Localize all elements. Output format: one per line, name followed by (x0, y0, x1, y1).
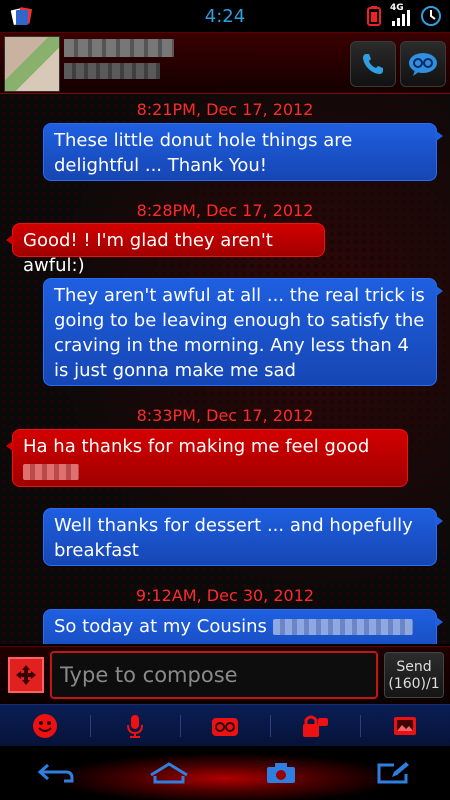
camera-button[interactable] (225, 746, 338, 800)
message-timestamp: 8:33PM, Dec 17, 2012 (136, 406, 314, 425)
outgoing-message[interactable]: They aren't awful at all ... the real tr… (43, 278, 443, 386)
battery-alert-icon (367, 6, 381, 26)
message-text: Good! ! I'm glad they aren't awful:) (23, 230, 273, 276)
character-counter: (160)/1 (388, 676, 440, 692)
redacted-text (272, 619, 413, 635)
send-label: Send (396, 659, 432, 675)
call-button[interactable] (350, 41, 396, 87)
outgoing-message[interactable]: Well thanks for dessert ... and hopefull… (43, 508, 443, 566)
status-bar: 4:24 4G (0, 0, 450, 32)
signal-icon: 4G (390, 3, 414, 27)
message-text: These little donut hole things are delig… (54, 130, 353, 176)
contact-number-redacted (64, 63, 160, 79)
navigation-bar (0, 746, 450, 800)
status-icons: 4G (364, 3, 442, 27)
message-timestamp: 8:21PM, Dec 17, 2012 (136, 100, 314, 119)
contact-name-redacted (64, 39, 174, 57)
contact-avatar[interactable] (4, 36, 60, 92)
redacted-text (23, 464, 79, 480)
gallery-icon (394, 717, 416, 735)
message-text: Ha ha thanks for making me feel good (23, 436, 370, 457)
compose-toolbar (0, 704, 450, 747)
incoming-message[interactable]: Ha ha thanks for making me feel good (6, 429, 408, 487)
camera-icon (267, 763, 296, 783)
message-timestamp: 9:12AM, Dec 30, 2012 (135, 586, 315, 605)
compose-bar: Send (160)/1 (0, 646, 450, 705)
emoji-button[interactable] (0, 705, 90, 747)
clock-icon (421, 6, 441, 26)
conversation-header (0, 32, 450, 95)
go-sms-button[interactable] (400, 41, 446, 87)
private-message-button[interactable] (270, 705, 360, 747)
message-text: They aren't awful at all ... the real tr… (54, 285, 425, 381)
new-message-button[interactable] (338, 746, 450, 800)
emoji-icon (33, 714, 57, 738)
message-text: Well thanks for dessert ... and hopefull… (54, 515, 413, 561)
back-button[interactable] (0, 746, 113, 800)
outgoing-message[interactable]: So today at my Cousins (43, 609, 443, 644)
microphone-icon (127, 715, 143, 738)
compose-input[interactable] (52, 653, 376, 697)
message-text: So today at my Cousins (54, 616, 267, 637)
compose-field[interactable] (50, 651, 378, 699)
gallery-button[interactable] (360, 705, 450, 747)
incoming-message[interactable]: Good! ! I'm glad they aren't awful:) (6, 223, 325, 276)
send-button[interactable]: Send (160)/1 (384, 652, 444, 698)
voice-button[interactable] (90, 705, 180, 747)
home-icon (149, 762, 188, 784)
message-timestamp: 8:28PM, Dec 17, 2012 (136, 201, 314, 220)
home-button[interactable] (113, 746, 226, 800)
sticker-button[interactable] (180, 705, 270, 747)
attach-button[interactable] (8, 657, 44, 693)
go-sticker-icon (212, 718, 238, 736)
back-icon (37, 763, 74, 783)
lock-message-icon (303, 715, 328, 737)
message-thread[interactable]: 8:21PM, Dec 17, 2012 These little donut … (0, 94, 450, 644)
expand-arrows-icon (16, 665, 36, 685)
compose-icon (377, 762, 409, 784)
phone-icon (363, 54, 383, 74)
outgoing-message[interactable]: These little donut hole things are delig… (43, 123, 443, 181)
go-sms-icon (409, 53, 437, 76)
